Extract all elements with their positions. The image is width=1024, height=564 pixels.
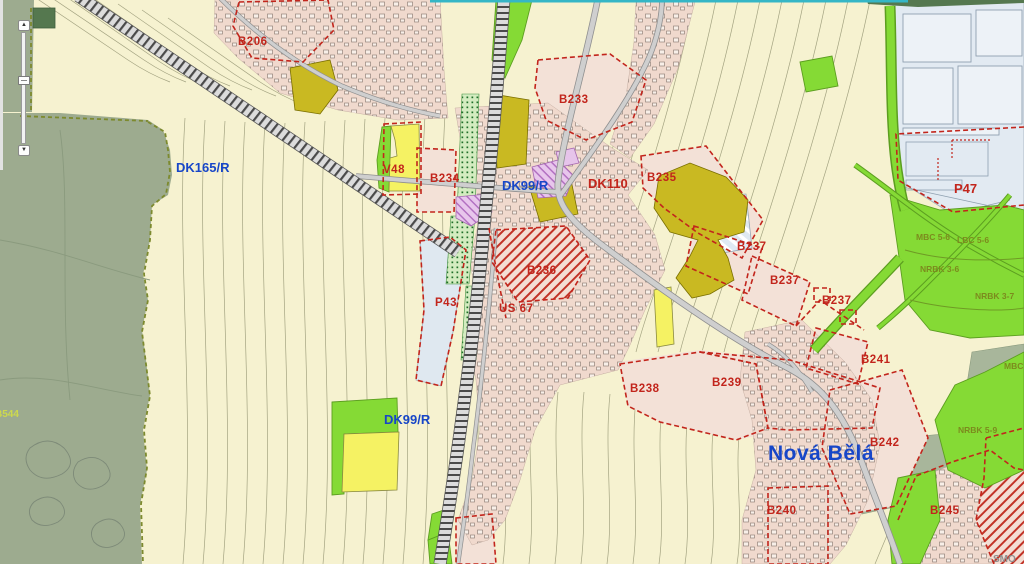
label-b240: B240: [767, 505, 797, 517]
label-v48: V48: [383, 164, 405, 176]
label-b234: B234: [430, 173, 460, 185]
map-canvas[interactable]: B206 B233 B234 V48 DK110 B235 P47 B237 B…: [0, 0, 1024, 564]
label-b242: B242: [870, 437, 900, 449]
label-b206: B206: [238, 36, 268, 48]
down-arrow-icon: ▼: [21, 147, 27, 153]
label-b544: B544: [0, 409, 19, 420]
label-b239: B239: [712, 377, 742, 389]
zoom-slider[interactable]: ▲ ▼: [17, 20, 31, 156]
utility-line: [430, 0, 908, 3]
zoom-out-button[interactable]: ▼: [18, 145, 30, 156]
label-b235: B235: [647, 172, 677, 184]
label-p43: P43: [435, 297, 457, 309]
label-dk165r: DK165/R: [176, 160, 230, 175]
label-us67: US 67: [499, 303, 533, 315]
zoom-in-button[interactable]: ▲: [18, 20, 30, 31]
label-lbc56: LBC 5-6: [957, 235, 989, 245]
label-b238: B238: [630, 383, 660, 395]
label-nrbk37: NRBK 3-7: [975, 291, 1014, 301]
label-dk99r-1: DK99/R: [502, 178, 549, 193]
label-b236: B236: [527, 265, 557, 277]
label-mbc56: MBC 5-6: [916, 232, 950, 242]
label-p47: P47: [954, 181, 977, 196]
label-nova-bela: Nová Bělá: [768, 442, 874, 465]
label-b241: B241: [861, 354, 891, 366]
label-nrbk59: NRBK 5-9: [958, 425, 997, 435]
label-dk110: DK110: [588, 176, 628, 191]
zoom-slider-track[interactable]: [21, 32, 26, 144]
up-arrow-icon: ▲: [21, 22, 27, 28]
label-b237-3: B237: [822, 295, 852, 307]
label-smo: SMO: [993, 554, 1016, 564]
dense-forest-patch: [33, 8, 55, 28]
label-mbc: MBC: [1004, 361, 1023, 371]
label-b237-1: B237: [737, 241, 767, 253]
label-nrbk36: NRBK 3-6: [920, 264, 959, 274]
zoom-slider-handle[interactable]: [18, 76, 30, 85]
label-b245: B245: [930, 505, 960, 517]
map-viewport[interactable]: B206 B233 B234 V48 DK110 B235 P47 B237 B…: [0, 0, 1024, 564]
slider-gutter: [0, 0, 3, 170]
label-dk99r-2: DK99/R: [384, 412, 431, 427]
label-b233: B233: [559, 94, 589, 106]
label-b237-2: B237: [770, 275, 800, 287]
